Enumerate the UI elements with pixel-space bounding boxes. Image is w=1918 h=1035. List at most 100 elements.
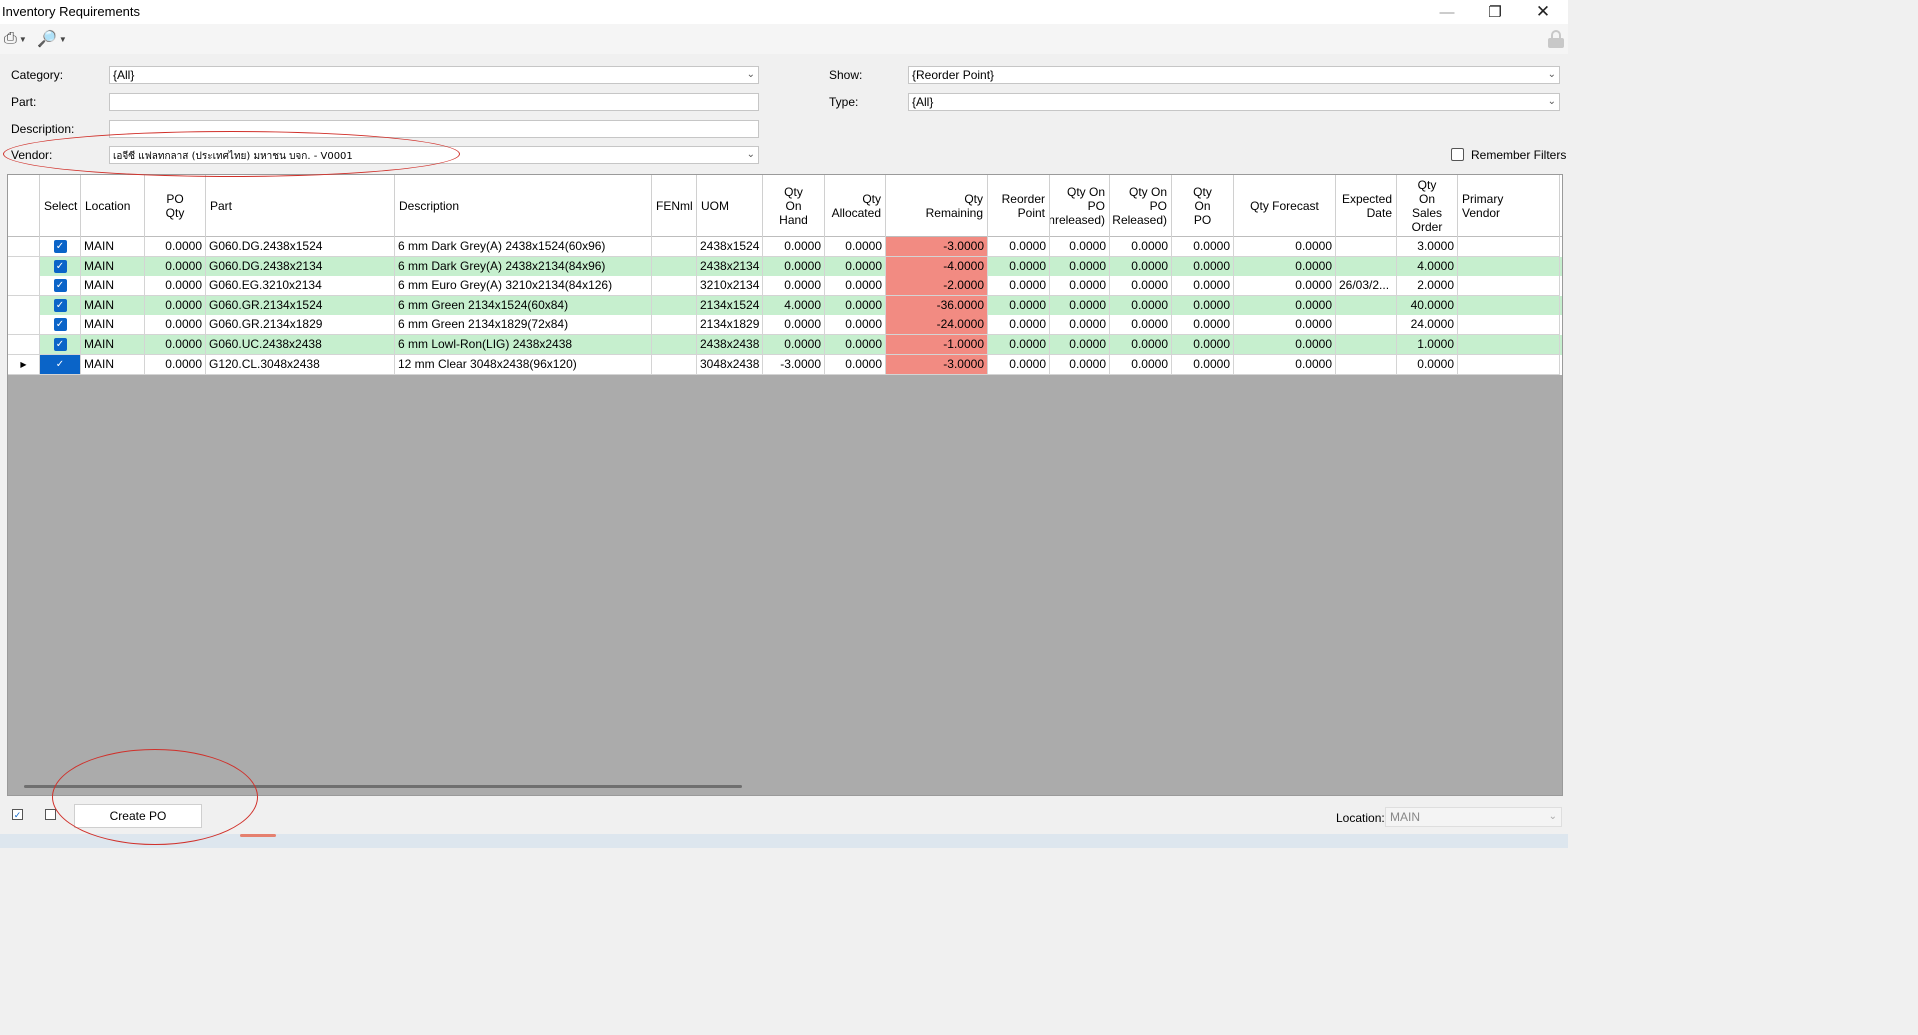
part-input[interactable] [109,93,759,111]
cell-location[interactable]: MAIN [81,276,145,297]
cell-qty-on-po-unreleased[interactable]: 0.0000 [1050,276,1110,297]
cell-qty-forecast[interactable]: 0.0000 [1234,295,1336,316]
cell-qty-on-po-unreleased[interactable]: 0.0000 [1050,295,1110,316]
header-qty-on-po[interactable]: Qty On PO [1172,175,1234,237]
table-row[interactable]: ✓ MAIN 0.0000 G060.DG.2438x2134 6 mm Dark Gr… [8,256,1562,277]
cell-description[interactable]: 6 mm Lowl-Ron(LIG) 2438x2438 [395,335,652,355]
cell-qty-on-sales-order[interactable]: 1.0000 [1397,335,1458,355]
cell-expected-date[interactable] [1336,237,1397,257]
row-select-checkbox[interactable]: ✓ [53,279,67,293]
cell-qty-remaining[interactable]: -3.0000 [886,354,988,375]
cell-qty-on-po-unreleased[interactable]: 0.0000 [1050,335,1110,355]
cell-expected-date[interactable] [1336,295,1397,316]
cell-uom[interactable]: 2438x1524 [697,237,763,257]
header-description[interactable]: Description [395,175,652,237]
cell-qty-on-po-released[interactable]: 0.0000 [1110,256,1172,277]
row-indicator[interactable] [8,315,40,336]
cell-expected-date[interactable] [1336,335,1397,355]
cell-fenml[interactable] [652,256,697,277]
select-all-checkbox[interactable]: ✓ [12,809,23,820]
row-select-checkbox[interactable]: ✓ [53,259,67,273]
cell-primary-vendor[interactable] [1458,295,1560,316]
row-select-checkbox[interactable]: ✓ [53,298,67,312]
row-indicator[interactable] [8,276,40,297]
table-row[interactable]: ✓ MAIN 0.0000 G060.GR.2134x1829 6 mm Green 2… [8,315,1562,336]
header-fenml[interactable]: FENml [652,175,697,237]
cell-qty-allocated[interactable]: 0.0000 [825,276,886,297]
cell-part[interactable]: G060.GR.2134x1524 [206,295,395,316]
cell-qty-allocated[interactable]: 0.0000 [825,335,886,355]
cell-qty-remaining[interactable]: -2.0000 [886,276,988,297]
cell-part[interactable]: G060.DG.2438x2134 [206,256,395,277]
cell-qty-on-hand[interactable]: 0.0000 [763,256,825,277]
select-cell[interactable]: ✓ [40,295,81,316]
cell-part[interactable]: G120.CL.3048x2438 [206,354,395,375]
restore-button[interactable]: ❐ [1472,0,1518,24]
cell-qty-on-po[interactable]: 0.0000 [1172,276,1234,297]
cell-qty-allocated[interactable]: 0.0000 [825,295,886,316]
header-qty-on-po-unreleased[interactable]: Qty On PO nreleased) [1050,175,1110,237]
header-part[interactable]: Part [206,175,395,237]
close-button[interactable]: ✕ [1520,0,1566,24]
cell-fenml[interactable] [652,335,697,355]
cell-primary-vendor[interactable] [1458,335,1560,355]
cell-description[interactable]: 6 mm Dark Grey(A) 2438x1524(60x96) [395,237,652,257]
cell-qty-forecast[interactable]: 0.0000 [1234,276,1336,297]
row-indicator[interactable] [8,335,40,355]
cell-primary-vendor[interactable] [1458,256,1560,277]
category-combo[interactable]: {All} ⌄ [109,66,759,84]
cell-expected-date[interactable] [1336,354,1397,375]
select-none-checkbox[interactable]: ✓ [45,809,56,820]
select-cell[interactable]: ✓ [40,315,81,336]
cell-qty-allocated[interactable]: 0.0000 [825,315,886,336]
cell-reorder-point[interactable]: 0.0000 [988,335,1050,355]
cell-part[interactable]: G060.EG.3210x2134 [206,276,395,297]
cell-reorder-point[interactable]: 0.0000 [988,276,1050,297]
cell-qty-allocated[interactable]: 0.0000 [825,256,886,277]
header-po-qty[interactable]: PO Qty [145,175,206,237]
header-qty-on-hand[interactable]: Qty On Hand [763,175,825,237]
cell-description[interactable]: 6 mm Euro Grey(A) 3210x2134(84x126) [395,276,652,297]
cell-qty-on-hand[interactable]: 0.0000 [763,276,825,297]
cell-po-qty[interactable]: 0.0000 [145,276,206,297]
cell-fenml[interactable] [652,315,697,336]
vendor-combo[interactable]: เอจีซี แฟลทกลาส (ประเทศไทย) มหาชน บจก. -… [109,146,759,164]
remember-filters-checkbox[interactable] [1451,148,1464,161]
cell-qty-forecast[interactable]: 0.0000 [1234,315,1336,336]
cell-qty-on-po-released[interactable]: 0.0000 [1110,335,1172,355]
cell-primary-vendor[interactable] [1458,237,1560,257]
cell-expected-date[interactable] [1336,256,1397,277]
header-reorder-point[interactable]: Reorder Point [988,175,1050,237]
cell-qty-on-po[interactable]: 0.0000 [1172,335,1234,355]
print-preview-button[interactable]: 🔎 ▼ [37,30,67,48]
cell-qty-allocated[interactable]: 0.0000 [825,237,886,257]
row-indicator[interactable] [8,237,40,257]
cell-po-qty[interactable]: 0.0000 [145,237,206,257]
table-row[interactable]: ✓ MAIN 0.0000 G060.EG.3210x2134 6 mm Euro Gr… [8,276,1562,297]
cell-part[interactable]: G060.GR.2134x1829 [206,315,395,336]
cell-location[interactable]: MAIN [81,354,145,375]
cell-qty-on-po[interactable]: 0.0000 [1172,256,1234,277]
cell-qty-on-po-released[interactable]: 0.0000 [1110,354,1172,375]
cell-qty-remaining[interactable]: -4.0000 [886,256,988,277]
select-cell[interactable]: ✓ [40,276,81,297]
cell-qty-remaining[interactable]: -36.0000 [886,295,988,316]
table-row[interactable]: ✓ MAIN 0.0000 G060.GR.2134x1524 6 mm Green 2… [8,295,1562,316]
cell-qty-remaining[interactable]: -1.0000 [886,335,988,355]
cell-location[interactable]: MAIN [81,335,145,355]
cell-primary-vendor[interactable] [1458,276,1560,297]
cell-fenml[interactable] [652,354,697,375]
header-qty-forecast[interactable]: Qty Forecast [1234,175,1336,237]
select-cell[interactable]: ✓ [40,256,81,277]
cell-qty-on-sales-order[interactable]: 4.0000 [1397,256,1458,277]
cell-qty-on-hand[interactable]: 0.0000 [763,335,825,355]
cell-reorder-point[interactable]: 0.0000 [988,354,1050,375]
cell-fenml[interactable] [652,295,697,316]
cell-expected-date[interactable]: 26/03/2... [1336,276,1397,297]
cell-fenml[interactable] [652,276,697,297]
cell-description[interactable]: 12 mm Clear 3048x2438(96x120) [395,354,652,375]
cell-qty-on-sales-order[interactable]: 0.0000 [1397,354,1458,375]
cell-qty-on-po-unreleased[interactable]: 0.0000 [1050,354,1110,375]
cell-description[interactable]: 6 mm Green 2134x1829(72x84) [395,315,652,336]
select-cell[interactable]: ✓ [40,335,81,355]
